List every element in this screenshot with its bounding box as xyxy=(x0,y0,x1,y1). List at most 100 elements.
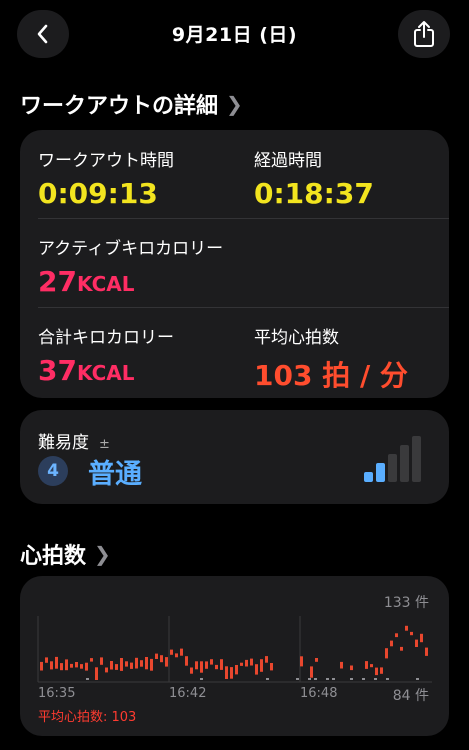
hr-segment xyxy=(310,666,313,678)
hr-segment xyxy=(380,667,383,674)
hr-pause-marker xyxy=(332,678,335,680)
hr-segment xyxy=(75,662,78,668)
elapsed-time-label: 経過時間 xyxy=(254,151,322,171)
hr-segment xyxy=(120,658,123,671)
hr-segment xyxy=(65,659,68,671)
hr-segment xyxy=(270,663,273,671)
hr-segment xyxy=(155,653,158,659)
hr-pause-marker xyxy=(314,678,317,680)
heart-rate-link[interactable]: 心拍数 ❯ xyxy=(20,538,111,570)
active-calories-unit: KCAL xyxy=(76,272,135,296)
effort-bar xyxy=(400,445,409,482)
hr-segment xyxy=(160,655,163,663)
hr-segment xyxy=(85,662,88,671)
chevron-right-icon: ❯ xyxy=(226,92,243,116)
hr-segment xyxy=(50,661,53,670)
hr-segment xyxy=(90,658,93,662)
hr-segment xyxy=(405,625,408,631)
difficulty-label-row: 難易度 ± xyxy=(38,428,110,453)
difficulty-label: 難易度 xyxy=(38,433,89,453)
time-tick: 16:48 xyxy=(300,686,338,701)
hr-segment xyxy=(170,649,173,655)
avg-heart-rate-unit: 拍 / 分 xyxy=(322,359,408,392)
hr-segment xyxy=(95,667,98,680)
top-bar: 9月21日 (日) xyxy=(0,0,469,66)
hr-segment xyxy=(265,656,268,663)
hr-segment xyxy=(185,656,188,666)
active-calories-stat: アクティブキロカロリー 27KCAL xyxy=(38,234,223,298)
hr-segment xyxy=(150,658,153,671)
active-calories-number: 27 xyxy=(38,265,77,298)
hr-min-label: 84 件 xyxy=(392,688,429,704)
hr-segment xyxy=(260,659,263,672)
time-tick: 16:42 xyxy=(169,686,207,701)
hr-segment xyxy=(220,659,223,670)
hr-segment xyxy=(255,664,258,675)
hr-pause-marker xyxy=(296,678,299,680)
difficulty-level-text: 普通 xyxy=(88,459,142,490)
hr-segment xyxy=(410,631,413,636)
workout-time-label: ワークアウト時間 xyxy=(38,151,174,171)
hr-segment xyxy=(300,656,303,667)
hr-segment xyxy=(400,646,403,651)
hr-segment xyxy=(210,659,213,665)
hr-segment xyxy=(45,657,48,663)
hr-segment xyxy=(250,658,253,666)
effort-bar xyxy=(412,436,421,482)
hr-segment xyxy=(105,667,108,673)
hr-segment xyxy=(55,656,58,669)
hr-segment xyxy=(135,657,138,669)
hr-segment xyxy=(415,639,418,647)
hr-segment xyxy=(365,661,368,669)
share-icon xyxy=(414,21,434,47)
hr-segment xyxy=(385,648,388,659)
hr-segment xyxy=(390,640,393,647)
hr-segment xyxy=(70,663,73,668)
hr-pause-marker xyxy=(374,678,377,680)
hr-segment xyxy=(140,660,143,667)
divider xyxy=(38,218,449,219)
elapsed-time-stat: 経過時間 0:18:37 xyxy=(254,146,374,210)
avg-heart-rate-label: 平均心拍数 xyxy=(254,328,339,348)
hr-segment xyxy=(130,662,133,669)
heart-rate-title: 心拍数 xyxy=(20,544,87,569)
total-calories-value: 37KCAL xyxy=(38,354,174,387)
difficulty-level-badge: 4 xyxy=(38,456,68,486)
hr-segment xyxy=(215,664,218,670)
hr-segment xyxy=(395,633,398,638)
avg-heart-rate-caption: 平均心拍数: 103 xyxy=(38,710,137,725)
total-calories-stat: 合計キロカロリー 37KCAL xyxy=(38,323,174,387)
hr-segment xyxy=(180,648,183,656)
hr-max-label: 133 件 xyxy=(383,595,429,611)
hr-pause-marker xyxy=(200,678,203,680)
difficulty-card[interactable]: 難易度 ± 4 普通 xyxy=(20,410,449,504)
hr-segment xyxy=(125,661,128,667)
hr-segment xyxy=(315,658,318,662)
hr-segment xyxy=(205,661,208,669)
total-calories-number: 37 xyxy=(38,354,77,387)
hr-segment xyxy=(190,667,193,674)
hr-segment xyxy=(235,665,238,675)
hr-segment xyxy=(145,657,148,670)
workout-details-link[interactable]: ワークアウトの詳細 ❯ xyxy=(20,88,243,120)
hr-pause-marker xyxy=(386,678,389,680)
hr-segment xyxy=(60,663,63,671)
hr-segment xyxy=(80,664,83,669)
hr-segment xyxy=(230,667,233,679)
hr-segment xyxy=(375,667,378,676)
effort-bar xyxy=(388,454,397,482)
heart-rate-card[interactable]: 133 件 84 件 16:35 16:42 16:48 平均心拍数: 103 xyxy=(20,576,449,736)
effort-bars-icon xyxy=(364,436,421,482)
hr-segment xyxy=(420,633,423,643)
workout-details-title: ワークアウトの詳細 xyxy=(20,94,219,119)
workout-time-stat: ワークアウト時間 0:09:13 xyxy=(38,146,174,210)
total-calories-unit: KCAL xyxy=(76,361,135,385)
share-button[interactable] xyxy=(398,10,450,58)
divider xyxy=(38,307,449,308)
avg-heart-rate-value: 103 拍 / 分 xyxy=(254,354,408,394)
hr-segment xyxy=(200,661,203,673)
hr-pause-marker xyxy=(86,678,89,680)
hr-pause-marker xyxy=(362,678,365,680)
total-calories-label: 合計キロカロリー xyxy=(38,328,174,348)
workout-time-value: 0:09:13 xyxy=(38,177,158,210)
